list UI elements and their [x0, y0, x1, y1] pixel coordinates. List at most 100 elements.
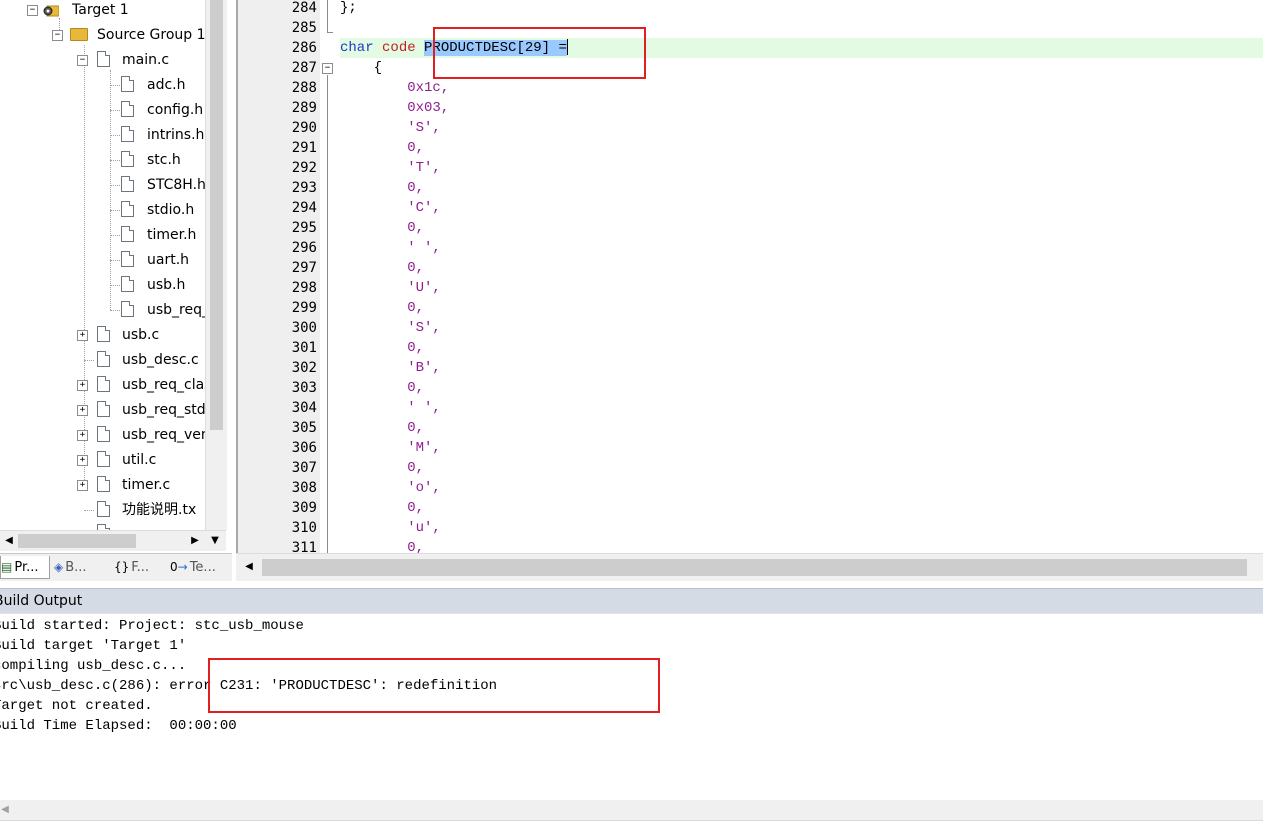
expand-icon[interactable]: +	[77, 380, 88, 391]
code-line[interactable]: 'M',	[340, 438, 1263, 458]
file-icon	[97, 501, 110, 517]
tab-templates[interactable]: 0→ Te...	[170, 556, 226, 578]
line-number: 291	[291, 140, 317, 156]
tab-label: Pr...	[14, 560, 39, 575]
tree-item-label: usb_req_	[147, 302, 210, 318]
tree-item-header[interactable]: stc.h	[0, 150, 205, 175]
tree-item-file[interactable]: 功能说明.tx	[0, 500, 205, 525]
tree-item-header[interactable]: config.h	[0, 100, 205, 125]
tree-item-file[interactable]: usb_desc.c	[0, 350, 205, 375]
tab-functions[interactable]: {} F...	[114, 556, 164, 578]
tree-vertical-scrollbar[interactable]	[205, 0, 227, 530]
editor-horizontal-scrollbar[interactable]: ◀	[236, 553, 1263, 581]
file-icon	[97, 451, 110, 467]
tree-item-header[interactable]: STC8H.h	[0, 175, 206, 200]
tree-item-file[interactable]: + timer.c	[0, 475, 205, 500]
tree-connector	[110, 185, 120, 186]
tree-item-header[interactable]: uart.h	[0, 250, 205, 275]
code-text: {	[340, 60, 383, 76]
code-line[interactable]: 0,	[340, 138, 1263, 158]
code-text: 0,	[340, 140, 425, 156]
tree-item-file[interactable]: + util.c	[0, 450, 205, 475]
line-number: 287	[291, 60, 317, 76]
tree-item-main-c[interactable]: − main.c	[0, 50, 205, 75]
tree-horizontal-scrollbar[interactable]: ◀ ▶ ▼	[0, 530, 226, 551]
scroll-left-icon[interactable]: ◀	[0, 801, 14, 819]
build-output-title: Build Output	[0, 593, 83, 609]
code-line[interactable]: 'o',	[340, 478, 1263, 498]
scroll-left-icon[interactable]: ◀	[240, 558, 258, 576]
tree-item-file[interactable]: + usb_req_ven	[0, 425, 210, 450]
code-text: ' ',	[340, 240, 441, 256]
line-number: 285	[291, 20, 317, 36]
expand-icon[interactable]: +	[77, 455, 88, 466]
code-line[interactable]: 0,	[340, 338, 1263, 358]
scrollbar-thumb[interactable]	[262, 559, 1247, 576]
line-number: 309	[291, 500, 317, 516]
expand-icon[interactable]: +	[77, 330, 88, 341]
tab-books[interactable]: ◈ B...	[54, 556, 106, 578]
tab-label: F...	[131, 560, 150, 575]
code-line[interactable]: 'S',	[340, 318, 1263, 338]
collapse-icon[interactable]: −	[52, 30, 63, 41]
code-line[interactable]: };	[340, 0, 1263, 18]
code-text: ' ',	[340, 400, 441, 416]
code-line[interactable]: 'T',	[340, 158, 1263, 178]
code-line[interactable]: 0,	[340, 458, 1263, 478]
code-line[interactable]: 'C',	[340, 198, 1263, 218]
tree-item-file[interactable]: + usb.c	[0, 325, 205, 350]
code-line[interactable]: 0,	[340, 378, 1263, 398]
code-editor[interactable]: 284 285 286 287 288 289 290 291 292 293 294 295 296 2…	[236, 0, 1263, 556]
expand-icon[interactable]: +	[77, 430, 88, 441]
code-line[interactable]: 0,	[340, 178, 1263, 198]
code-line[interactable]: 0,	[340, 218, 1263, 238]
fold-line	[327, 32, 333, 33]
scrollbar-thumb[interactable]	[18, 534, 136, 548]
tree-item-file[interactable]: + usb_req_clas	[0, 375, 211, 400]
scrollbar-thumb[interactable]	[210, 0, 223, 430]
tree-item-target-1[interactable]: − Target 1	[0, 0, 205, 25]
tab-label: Te...	[189, 560, 216, 575]
build-output-scrollbar[interactable]: ◀	[0, 800, 1263, 820]
functions-icon: {}	[114, 560, 130, 574]
fold-collapse-icon[interactable]: −	[322, 63, 333, 74]
file-icon	[121, 151, 134, 167]
code-text: 'M',	[340, 440, 441, 456]
code-line[interactable]: 0,	[340, 298, 1263, 318]
tree-item-header[interactable]: intrins.h	[0, 125, 205, 150]
tree-item-header[interactable]: timer.h	[0, 225, 205, 250]
code-line[interactable]: 'u',	[340, 518, 1263, 538]
code-text: 0,	[340, 340, 425, 356]
file-icon	[97, 426, 110, 442]
code-line[interactable]: 0,	[340, 498, 1263, 518]
tree-connector	[110, 235, 120, 236]
scroll-left-icon[interactable]: ◀	[0, 532, 18, 550]
expand-icon[interactable]: +	[77, 480, 88, 491]
tree-item-header[interactable]: stdio.h	[0, 200, 205, 225]
code-line[interactable]: 'S',	[340, 118, 1263, 138]
code-line[interactable]: 0x03,	[340, 98, 1263, 118]
tree-item-header[interactable]: adc.h	[0, 75, 205, 100]
line-number: 303	[291, 380, 317, 396]
scroll-down-icon[interactable]: ▼	[206, 532, 224, 550]
scroll-right-icon[interactable]: ▶	[186, 532, 204, 550]
line-number: 300	[291, 320, 317, 336]
code-line[interactable]: 'U',	[340, 278, 1263, 298]
code-line[interactable]: 'B',	[340, 358, 1263, 378]
tree-item-file[interactable]: + usb_req_std.	[0, 400, 210, 425]
line-number: 286	[291, 40, 317, 56]
tree-item-source-group-1[interactable]: − Source Group 1	[0, 25, 206, 50]
code-line[interactable]: ' ',	[340, 238, 1263, 258]
tab-project[interactable]: ▤ Pr...	[0, 556, 50, 579]
tree-item-header[interactable]: usb_req_	[0, 300, 209, 325]
code-line[interactable]: 0,	[340, 418, 1263, 438]
code-line[interactable]: ' ',	[340, 398, 1263, 418]
tree-item-label: util.c	[122, 452, 157, 468]
tree-item-label: stdio.h	[147, 202, 195, 218]
collapse-icon[interactable]: −	[27, 5, 38, 16]
tree-item-header[interactable]: usb.h	[0, 275, 205, 300]
expand-icon[interactable]: +	[77, 405, 88, 416]
code-line[interactable]: 0,	[340, 258, 1263, 278]
code-line[interactable]: 0x1c,	[340, 78, 1263, 98]
collapse-icon[interactable]: −	[77, 55, 88, 66]
